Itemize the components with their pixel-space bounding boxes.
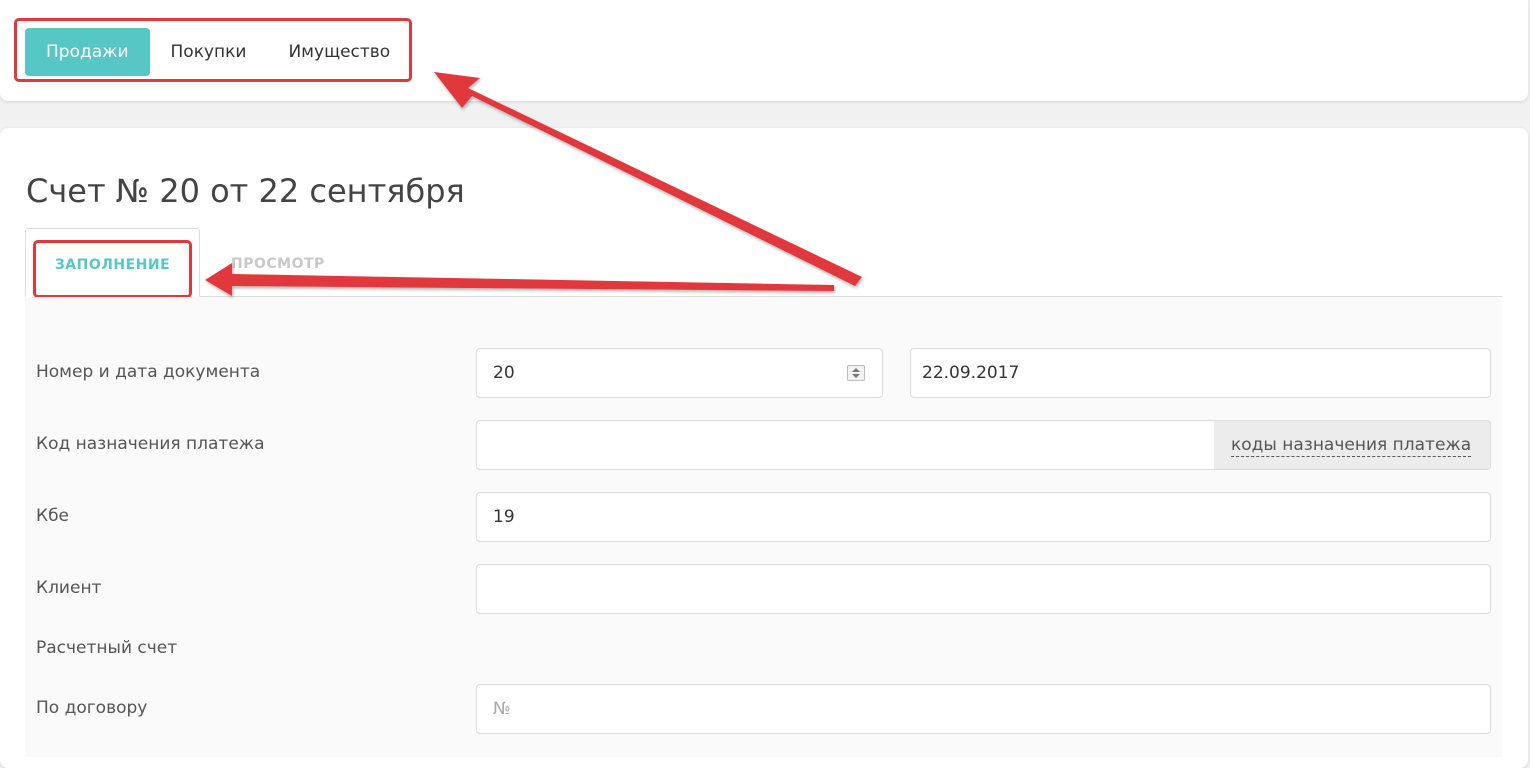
section-switcher: Продажи Покупки Имущество	[25, 28, 411, 76]
document-tabs: ЗАПОЛНЕНИЕ ПРОСМОТР	[25, 228, 1502, 297]
kbe-input[interactable]: 19	[476, 492, 1491, 542]
number-spinner[interactable]	[847, 365, 865, 381]
contract-number-placeholder: №	[493, 699, 511, 719]
tab-fill[interactable]: ЗАПОЛНЕНИЕ	[25, 228, 200, 297]
nav-purchases-button[interactable]: Покупки	[150, 28, 268, 76]
document-date-input[interactable]: 22.09.2017	[910, 348, 1491, 398]
contract-label: По договору	[36, 698, 148, 718]
nav-sales-button[interactable]: Продажи	[25, 28, 150, 76]
number-date-label: Номер и дата документа	[36, 362, 261, 382]
document-number-input[interactable]: 20	[476, 348, 883, 398]
spinner-up-icon[interactable]	[852, 368, 860, 372]
account-label: Расчетный счет	[36, 638, 178, 658]
spinner-down-icon[interactable]	[852, 374, 860, 378]
kbe-label: Кбе	[36, 506, 70, 526]
client-label: Клиент	[36, 578, 102, 598]
tab-preview[interactable]: ПРОСМОТР	[231, 228, 325, 296]
payment-codes-link[interactable]: коды назначения платежа	[1231, 435, 1472, 457]
contract-number-input[interactable]: №	[476, 684, 1491, 734]
page-title: Счет № 20 от 22 сентября	[26, 172, 465, 210]
payment-codes-addon: коды назначения платежа	[1214, 420, 1491, 470]
nav-property-button[interactable]: Имущество	[267, 28, 411, 76]
document-number-value: 20	[493, 363, 515, 383]
kbe-value: 19	[493, 507, 515, 527]
document-date-value: 22.09.2017	[922, 363, 1020, 383]
top-navigation-bar: Продажи Покупки Имущество	[0, 0, 1528, 101]
payment-code-input[interactable]	[476, 420, 1215, 470]
payment-code-label: Код назначения платежа	[36, 434, 265, 454]
client-input[interactable]	[476, 564, 1491, 614]
